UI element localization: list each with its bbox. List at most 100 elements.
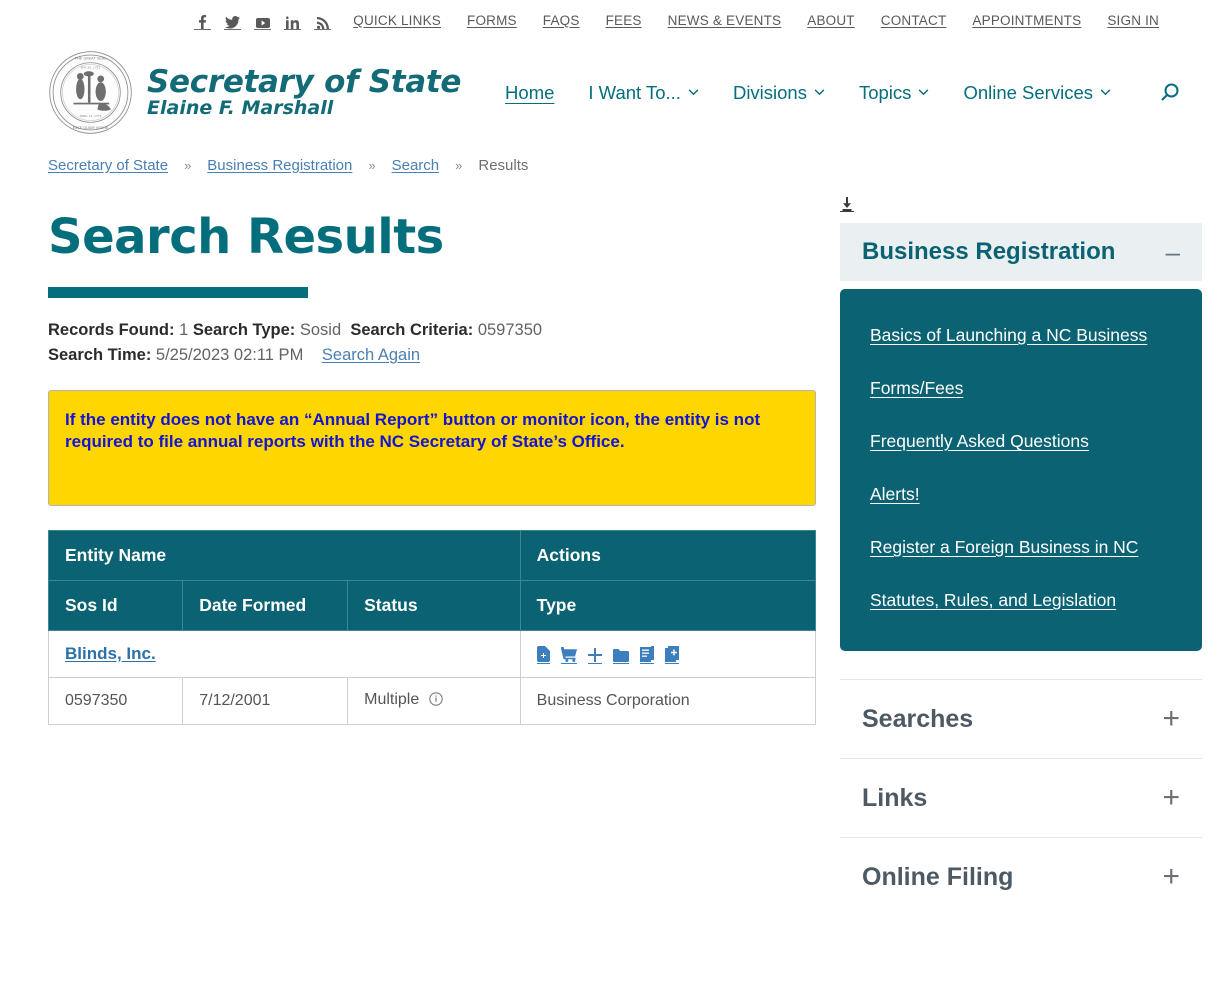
nav-item-label: Home (505, 82, 554, 104)
breadcrumb: Secretary of State » Business Registrati… (0, 145, 1217, 185)
sidebar-toolbar (840, 185, 1202, 223)
page-body: Search Results Records Found: 1 Search T… (0, 185, 1217, 916)
sidebar-accordion-online-filing[interactable]: Online Filing + (840, 837, 1202, 916)
column-header-type[interactable]: Type (520, 581, 815, 631)
search-type-value: Sosid (300, 321, 341, 339)
utility-link-appointments[interactable]: APPOINTMENTS (972, 13, 1081, 28)
copy-plus-icon[interactable] (665, 645, 679, 664)
sidebar-link-basics-of-launching-a-nc-business[interactable]: Basics of Launching a NC Business (870, 325, 1172, 346)
chevron-down-icon (1100, 89, 1111, 96)
utility-link-contact[interactable]: CONTACT (881, 13, 947, 28)
title-underline-rule (48, 287, 308, 298)
accordion-title: Searches (862, 705, 973, 734)
search-time-label: Search Time: (48, 346, 151, 364)
sidebar-accordion-panel: Basics of Launching a NC Business Forms/… (840, 289, 1202, 651)
chevron-down-icon (814, 89, 825, 96)
cell-sos-id: 0597350 (49, 678, 183, 725)
nav-item-label: Online Services (963, 82, 1093, 104)
folder-icon[interactable] (613, 645, 629, 664)
svg-text:MAY 20, 1775: MAY 20, 1775 (81, 66, 101, 70)
column-header-entity-name[interactable]: Entity Name (49, 531, 521, 581)
info-circle-icon[interactable] (429, 692, 443, 711)
breadcrumb-item-business-registration[interactable]: Business Registration (207, 157, 352, 174)
sidebar-spacer (840, 651, 1202, 679)
accordion-expand-icon[interactable]: + (1162, 783, 1180, 813)
table-header-row-primary: Entity Name Actions (49, 531, 816, 581)
accordion-expand-icon[interactable]: + (1162, 862, 1180, 892)
site-logo[interactable]: THE GREAT SEAL ESSE QUAM VIDERI MAY 20, … (48, 50, 461, 135)
svg-text:THE GREAT SEAL: THE GREAT SEAL (74, 56, 108, 60)
search-meta-line-2: Search Time: 5/25/2023 02:11 PM Search A… (48, 343, 816, 368)
nav-item-home[interactable]: Home (505, 82, 554, 104)
breadcrumb-item-search[interactable]: Search (392, 157, 440, 174)
download-icon[interactable] (840, 195, 854, 212)
nav-item-topics[interactable]: Topics (859, 82, 929, 104)
breadcrumb-item-results: Results (478, 157, 528, 174)
utility-nav: QUICK LINKS FORMS FAQS FEES NEWS & EVENT… (353, 13, 1159, 28)
nav-item-label: Topics (859, 82, 911, 104)
accordion-title: Links (862, 784, 927, 813)
search-meta: Records Found: 1 Search Type: Sosid Sear… (48, 318, 816, 368)
twitter-icon[interactable] (224, 11, 241, 30)
top-utility-bar: QUICK LINKS FORMS FAQS FEES NEWS & EVENT… (0, 0, 1217, 40)
sidebar-link-frequently-asked-questions[interactable]: Frequently Asked Questions (870, 431, 1172, 452)
accordion-title: Business Registration (862, 238, 1115, 266)
utility-link-forms[interactable]: FORMS (467, 13, 517, 28)
linkedin-icon[interactable] (284, 11, 301, 30)
shopping-cart-icon[interactable] (561, 645, 577, 664)
accordion-collapse-icon[interactable]: – (1166, 239, 1180, 265)
main-navigation: Home I Want To... Divisions Topics Onlin… (505, 82, 1185, 104)
sidebar-accordion-searches[interactable]: Searches + (840, 679, 1202, 758)
plus-icon[interactable] (588, 645, 602, 664)
records-found-value: 1 (179, 321, 188, 339)
search-toggle-button[interactable] (1159, 82, 1181, 104)
sidebar-link-statutes-rules-and-legislation[interactable]: Statutes, Rules, and Legislation (870, 590, 1172, 611)
sidebar-accordion-business-registration[interactable]: Business Registration – (840, 223, 1202, 281)
search-icon (1159, 82, 1181, 104)
annual-report-notice: If the entity does not have an “Annual R… (48, 390, 816, 506)
sidebar-link-register-a-foreign-business-in-nc[interactable]: Register a Foreign Business in NC (870, 537, 1172, 558)
youtube-icon[interactable] (254, 11, 271, 30)
entity-name-link[interactable]: Blinds, Inc. (65, 644, 156, 663)
nav-item-i-want-to[interactable]: I Want To... (588, 82, 699, 104)
search-type-label: Search Type: (193, 321, 295, 339)
facebook-icon[interactable] (194, 11, 211, 30)
utility-link-fees[interactable]: FEES (606, 13, 642, 28)
utility-link-about[interactable]: ABOUT (807, 13, 855, 28)
sidebar-link-alerts[interactable]: Alerts! (870, 484, 1172, 505)
column-header-date-formed[interactable]: Date Formed (183, 581, 348, 631)
sidebar-link-forms-fees[interactable]: Forms/Fees (870, 378, 1172, 399)
cell-entity-name: Blinds, Inc. (49, 631, 521, 678)
utility-link-faqs[interactable]: FAQS (543, 13, 580, 28)
utility-link-sign-in[interactable]: SIGN IN (1107, 13, 1159, 28)
document-list-icon[interactable] (640, 645, 654, 664)
file-plus-icon[interactable] (537, 645, 550, 664)
breadcrumb-separator: » (368, 158, 375, 173)
search-time-value: 5/25/2023 02:11 PM (156, 346, 303, 364)
nav-item-label: Divisions (733, 82, 807, 104)
cell-date-formed: 7/12/2001 (183, 678, 348, 725)
search-meta-line-1: Records Found: 1 Search Type: Sosid Sear… (48, 318, 816, 343)
breadcrumb-separator: » (184, 158, 191, 173)
page-title: Search Results (48, 209, 816, 265)
accordion-expand-icon[interactable]: + (1162, 704, 1180, 734)
column-header-sos-id[interactable]: Sos Id (49, 581, 183, 631)
search-results-table: Entity Name Actions Sos Id Date Formed S… (48, 530, 816, 725)
search-again-link[interactable]: Search Again (322, 346, 420, 364)
sidebar-accordion-links[interactable]: Links + (840, 758, 1202, 837)
column-header-status[interactable]: Status (348, 581, 521, 631)
brand-subtitle: Elaine F. Marshall (147, 99, 461, 119)
svg-text:APRIL 12, 1776: APRIL 12, 1776 (80, 114, 102, 118)
nav-item-online-services[interactable]: Online Services (963, 82, 1111, 104)
sidebar: Business Registration – Basics of Launch… (840, 185, 1202, 916)
cell-type: Business Corporation (520, 678, 815, 725)
utility-link-quick-links[interactable]: QUICK LINKS (353, 13, 441, 28)
nav-item-divisions[interactable]: Divisions (733, 82, 825, 104)
rss-icon[interactable] (314, 11, 331, 30)
chevron-down-icon (688, 89, 699, 96)
site-header: THE GREAT SEAL ESSE QUAM VIDERI MAY 20, … (0, 40, 1217, 145)
svg-text:ESSE QUAM VIDERI: ESSE QUAM VIDERI (73, 126, 109, 130)
breadcrumb-item-secretary-of-state[interactable]: Secretary of State (48, 157, 168, 174)
utility-link-news-events[interactable]: NEWS & EVENTS (668, 13, 782, 28)
status-value: Multiple (364, 691, 419, 708)
